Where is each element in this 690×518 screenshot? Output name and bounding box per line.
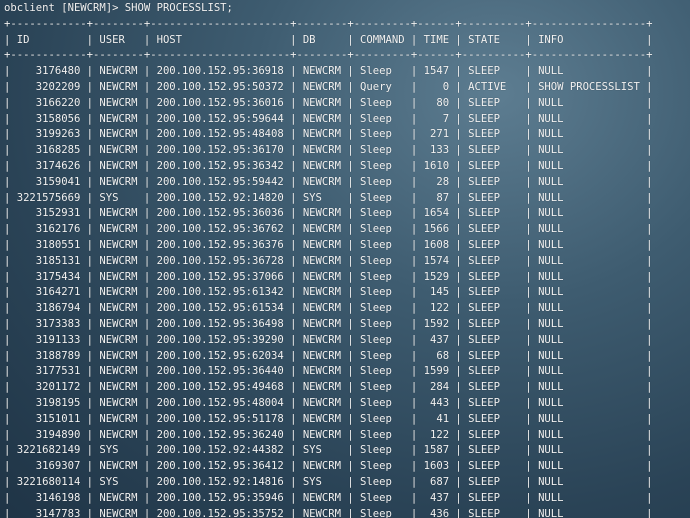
table-row: | 3221575669 | SYS | 200.100.152.92:1482… (4, 191, 653, 204)
table-body: | 3176480 | NEWCRM | 200.100.152.95:3691… (4, 64, 690, 518)
table-row: | 3188789 | NEWCRM | 200.100.152.95:6203… (4, 349, 653, 362)
table-row: | 3168285 | NEWCRM | 200.100.152.95:3617… (4, 144, 653, 157)
table-row: | 3176480 | NEWCRM | 200.100.152.95:3691… (4, 65, 653, 78)
table-row: | 3166220 | NEWCRM | 200.100.152.95:3601… (4, 96, 653, 109)
table-row: | 3169307 | NEWCRM | 200.100.152.95:3641… (4, 460, 653, 473)
table-row: | 3152931 | NEWCRM | 200.100.152.95:3603… (4, 207, 653, 220)
table-row: | 3185131 | NEWCRM | 200.100.152.95:3672… (4, 254, 653, 267)
table-row: | 3146198 | NEWCRM | 200.100.152.95:3594… (4, 491, 653, 504)
table-row: | 3201172 | NEWCRM | 200.100.152.95:4946… (4, 381, 653, 394)
table-row: | 3199263 | NEWCRM | 200.100.152.95:4840… (4, 128, 653, 141)
table-row: | 3162176 | NEWCRM | 200.100.152.95:3676… (4, 223, 653, 236)
table-row: | 3164271 | NEWCRM | 200.100.152.95:6134… (4, 286, 653, 299)
table-header: | ID | USER | HOST | DB | COMMAND | TIME… (4, 33, 653, 46)
table-row: | 3186794 | NEWCRM | 200.100.152.95:6153… (4, 302, 653, 315)
table-border-header: +------------+--------+-----------------… (4, 49, 653, 62)
table-row: | 3221680114 | SYS | 200.100.152.92:1481… (4, 475, 653, 488)
table-row: | 3147783 | NEWCRM | 200.100.152.95:3575… (4, 507, 653, 518)
table-row: | 3177531 | NEWCRM | 200.100.152.95:3644… (4, 365, 653, 378)
terminal-window[interactable]: obclient [NEWCRM]> SHOW PROCESSLIST; +--… (4, 1, 690, 518)
table-row: | 3180551 | NEWCRM | 200.100.152.95:3637… (4, 238, 653, 251)
table-row: | 3191133 | NEWCRM | 200.100.152.95:3929… (4, 333, 653, 346)
table-row: | 3151011 | NEWCRM | 200.100.152.95:5117… (4, 412, 653, 425)
table-row: | 3194890 | NEWCRM | 200.100.152.95:3624… (4, 428, 653, 441)
table-row: | 3202209 | NEWCRM | 200.100.152.95:5037… (4, 80, 653, 93)
table-row: | 3159041 | NEWCRM | 200.100.152.95:5944… (4, 175, 653, 188)
table-row: | 3173383 | NEWCRM | 200.100.152.95:3649… (4, 317, 653, 330)
table-border-top: +------------+--------+-----------------… (4, 17, 653, 30)
table-row: | 3198195 | NEWCRM | 200.100.152.95:4800… (4, 396, 653, 409)
command-prompt: obclient [NEWCRM]> SHOW PROCESSLIST; (4, 2, 233, 14)
table-row: | 3221682149 | SYS | 200.100.152.92:4438… (4, 444, 653, 457)
table-row: | 3158056 | NEWCRM | 200.100.152.95:5964… (4, 112, 653, 125)
table-row: | 3175434 | NEWCRM | 200.100.152.95:3706… (4, 270, 653, 283)
table-row: | 3174626 | NEWCRM | 200.100.152.95:3634… (4, 159, 653, 172)
